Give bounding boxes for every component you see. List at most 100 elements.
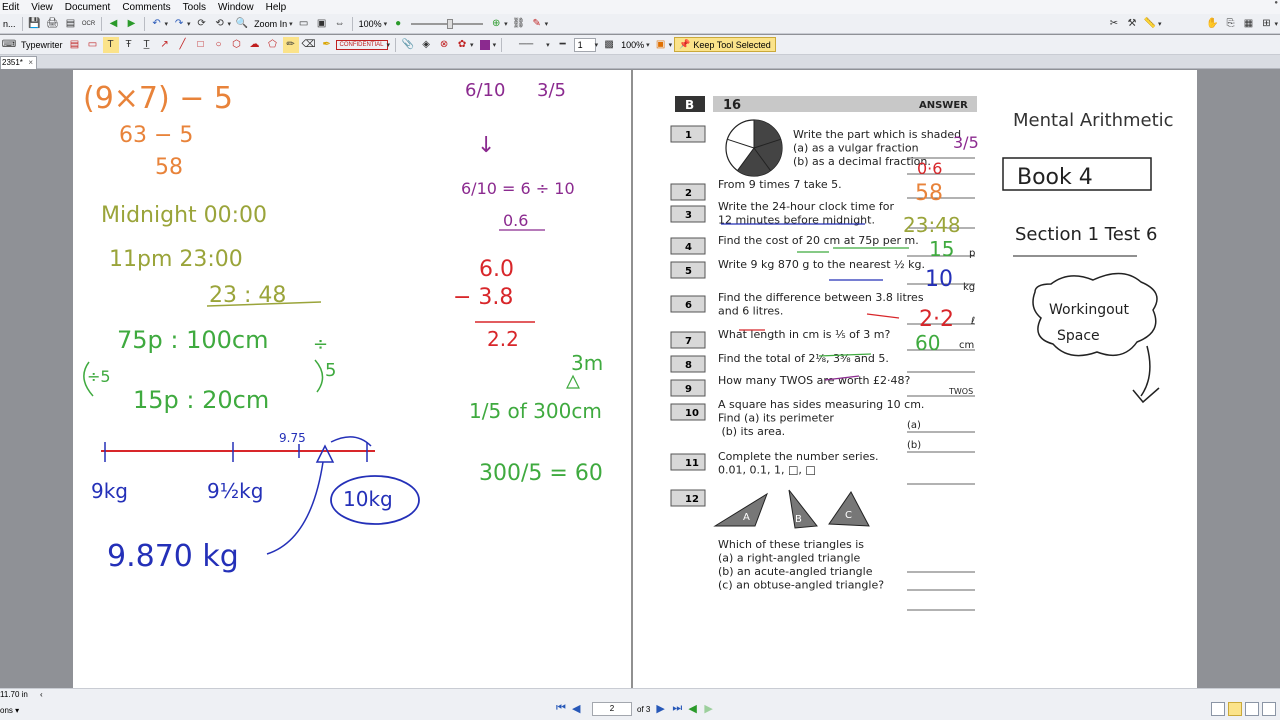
area-icon[interactable]: ✿ [454, 37, 470, 53]
measure-icon[interactable]: 📏 [1142, 16, 1158, 32]
continuous-page-icon[interactable] [1228, 702, 1242, 716]
rotate-dropdown-icon[interactable]: ▾ [228, 20, 232, 28]
polygon-tool-icon[interactable]: ⬡ [229, 37, 245, 53]
snapshot-icon[interactable]: ✂ [1106, 16, 1122, 32]
opacity-icon[interactable]: ▩ [601, 37, 617, 53]
distance-icon[interactable]: ⊗ [436, 37, 452, 53]
zoom-level-field[interactable]: 100% [356, 16, 385, 32]
select-tool-icon[interactable]: ⎘ [1222, 16, 1238, 32]
undo-icon[interactable]: ↶ [149, 16, 165, 32]
properties-icon[interactable]: ▣ [653, 37, 669, 53]
menu-bar: Edit View Document Comments Tools Window… [0, 0, 1280, 14]
previous-view-icon[interactable]: ◀ [688, 702, 702, 716]
continuous-facing-icon[interactable] [1262, 702, 1276, 716]
ocr-button[interactable]: OCR [81, 16, 97, 32]
opacity-dropdown-icon[interactable]: ▾ [646, 41, 650, 49]
sound-icon[interactable]: ◈ [418, 37, 434, 53]
redo-dropdown-icon[interactable]: ▾ [187, 20, 191, 28]
next-view-icon[interactable]: ▶ [704, 702, 718, 716]
line-style-icon[interactable]: ── [506, 37, 546, 53]
zoom-slider-thumb[interactable] [447, 18, 454, 29]
snapshot-tool-icon[interactable]: ▦ [1240, 16, 1256, 32]
zoom-in-button[interactable]: Zoom In [251, 16, 290, 32]
highlighter-icon[interactable]: ✒ [319, 37, 335, 53]
highlight-text-icon[interactable]: T [102, 36, 119, 53]
pencil-tool-icon[interactable]: ✏ [282, 36, 299, 53]
color-dropdown-icon[interactable]: ▾ [493, 41, 497, 49]
color-swatch-icon[interactable] [477, 37, 493, 53]
page-number-input[interactable]: 2 [592, 702, 632, 716]
keep-tool-selected-button[interactable]: 📌 Keep Tool Selected [674, 37, 776, 52]
strikeout-icon[interactable]: Ŧ [121, 37, 137, 53]
arrow-tool-icon[interactable]: ↗ [157, 37, 173, 53]
area-dropdown-icon[interactable]: ▾ [470, 41, 474, 49]
single-page-icon[interactable] [1211, 702, 1225, 716]
fit-page-icon[interactable]: ▣ [314, 16, 330, 32]
crop-icon[interactable]: ⊞ [1258, 16, 1274, 32]
line-width-icon[interactable]: ━ [553, 37, 573, 53]
last-page-icon[interactable]: ⏭ [672, 702, 686, 716]
cloud-tool-icon[interactable]: ☁ [247, 37, 263, 53]
callout-icon[interactable]: ▭ [85, 37, 101, 53]
stamp-dropdown-icon[interactable]: ▾ [545, 20, 549, 28]
menu-help[interactable]: Help [264, 2, 297, 13]
question-text-line: Which of these triangles is [718, 538, 864, 551]
collapse-icon[interactable]: ‹ [40, 690, 43, 699]
underline-icon[interactable]: T̲ [139, 37, 155, 53]
measure-dropdown-icon[interactable]: ▾ [1158, 20, 1162, 28]
first-page-icon[interactable]: ⏮ [556, 702, 570, 716]
line-width-field[interactable]: 1 [573, 37, 596, 52]
tools-icon[interactable]: ⚒ [1124, 16, 1140, 32]
forward-icon[interactable]: ▶ [124, 16, 140, 32]
typewriter-button[interactable]: Typewriter [18, 37, 66, 53]
attach-file-icon[interactable]: 📎 [400, 37, 416, 53]
print-icon[interactable]: 🖨 [45, 16, 61, 32]
rotate-page-icon[interactable]: ⟲ [212, 16, 228, 32]
opacity-field[interactable]: 100% [618, 37, 647, 53]
link-icon[interactable]: ⛓ [511, 16, 527, 32]
menu-view[interactable]: View [29, 2, 63, 13]
zoom-level-dropdown-icon[interactable]: ▾ [384, 20, 388, 28]
menu-window[interactable]: Window [216, 2, 264, 13]
options-menu[interactable]: ons ▾ [0, 706, 19, 715]
file-menu-button[interactable]: n... [0, 16, 19, 32]
zoom-out-icon[interactable]: ● [390, 16, 406, 32]
line-style-dropdown-icon[interactable]: ▾ [546, 41, 550, 49]
zoom-in-plus-icon[interactable]: ⊕ [488, 16, 504, 32]
menu-comments[interactable]: Comments [120, 2, 180, 13]
back-icon[interactable]: ◀ [106, 16, 122, 32]
prev-page-icon[interactable]: ◀ [572, 702, 586, 716]
redo-icon[interactable]: ↷ [171, 16, 187, 32]
zoom-plus-dropdown-icon[interactable]: ▾ [504, 20, 508, 28]
actual-size-icon[interactable]: ▭ [296, 16, 312, 32]
tab-document[interactable]: 2351* × [0, 56, 37, 69]
properties-dropdown-icon[interactable]: ▾ [669, 41, 673, 49]
save-icon[interactable]: 💾 [27, 16, 43, 32]
stamp-dropdown-icon[interactable]: ▾ [387, 41, 391, 49]
eraser-icon[interactable]: ⌫ [301, 37, 317, 53]
line-width-dropdown-icon[interactable]: ▾ [595, 41, 599, 49]
rectangle-tool-icon[interactable]: □ [193, 37, 209, 53]
menu-tools[interactable]: Tools [181, 2, 216, 13]
zoom-in-dropdown-icon[interactable]: ▾ [289, 20, 293, 28]
menu-document[interactable]: Document [63, 2, 121, 13]
crop-dropdown-icon[interactable]: ▾ [1274, 20, 1278, 28]
hand-tool-icon[interactable]: ✋ [1204, 16, 1220, 32]
fit-width-icon[interactable]: ⇔ [332, 16, 348, 32]
close-icon[interactable]: × [28, 57, 33, 68]
polyline-tool-icon[interactable]: ⬠ [265, 37, 281, 53]
next-page-icon[interactable]: ▶ [656, 702, 670, 716]
facing-pages-icon[interactable] [1245, 702, 1259, 716]
menu-edit[interactable]: Edit [0, 2, 29, 13]
text-box-icon[interactable]: ▤ [67, 37, 83, 53]
oval-tool-icon[interactable]: ○ [211, 37, 227, 53]
zoom-in-icon[interactable]: 🔍 [234, 16, 250, 32]
scan-icon[interactable]: ▤ [63, 16, 79, 32]
confidential-stamp-button[interactable]: CONFIDENTIAL [335, 39, 388, 50]
stamp-tool-icon[interactable]: ✎ [529, 16, 545, 32]
typewriter-icon[interactable]: ⌨ [1, 37, 17, 53]
rotate-icon[interactable]: ⟳ [194, 16, 210, 32]
zoom-slider[interactable] [411, 18, 484, 29]
line-tool-icon[interactable]: ╱ [175, 37, 191, 53]
undo-dropdown-icon[interactable]: ▾ [165, 20, 169, 28]
